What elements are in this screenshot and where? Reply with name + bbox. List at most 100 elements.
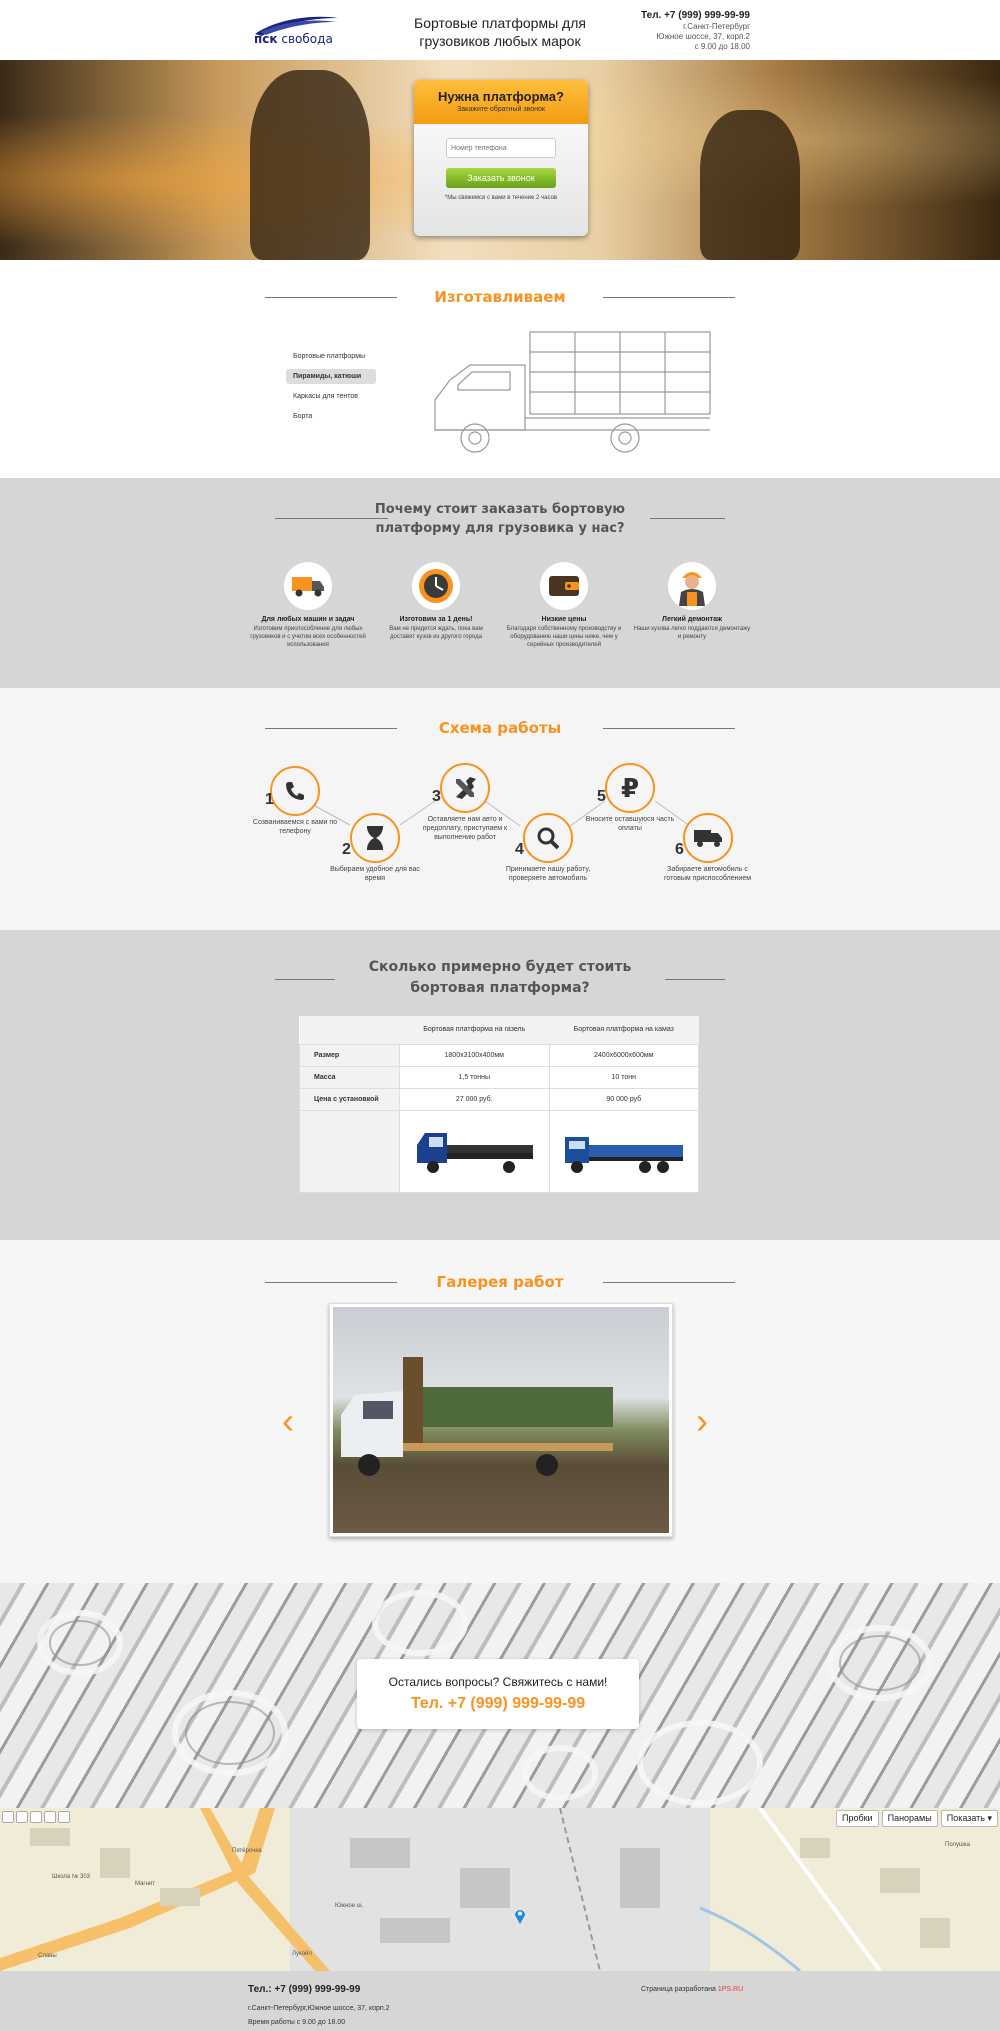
map-traffic-button[interactable]: Пробки <box>835 1810 879 1827</box>
wallet-icon <box>540 562 588 610</box>
logo-text[interactable]: пск свобода <box>254 32 333 46</box>
table-header-cell <box>299 1016 400 1044</box>
hourglass-icon <box>350 813 400 863</box>
site-header: пск свобода Бортовые платформы для грузо… <box>0 0 1000 60</box>
table-cell <box>399 1109 550 1193</box>
delivery-truck-icon <box>682 813 733 863</box>
order-call-button[interactable]: Заказать звонок <box>446 168 556 188</box>
scheme-step-6: 6 Забираете автомобиль с готовым приспос… <box>660 813 755 883</box>
manufacture-item-frames[interactable]: Каркасы для тентов <box>286 389 376 404</box>
heading-line-left <box>275 979 335 980</box>
developer-link[interactable]: 1PS.RU <box>718 1986 743 1993</box>
why-item-desc: Изготовим приспособление для любых грузо… <box>250 626 366 648</box>
map-canvas[interactable] <box>0 1808 1000 1971</box>
table-cell: 2400x6000x600мм <box>548 1043 699 1067</box>
map-label: Магнит <box>135 1881 156 1887</box>
why-items: Для любых машин и задач Изготовим приспо… <box>248 562 752 649</box>
table-row-label: Цена с установкой <box>299 1087 400 1111</box>
gallery-next-arrow[interactable]: › <box>696 1400 708 1442</box>
price-table: Бортовая платформа на газель Бортовая пл… <box>299 1016 699 1193</box>
footer-phone[interactable]: Тел.: +7 (999) 999-99-99 <box>248 1984 360 1995</box>
map-pin-icon[interactable] <box>514 1908 526 1924</box>
heading-line-right <box>603 297 735 298</box>
heading-line-right <box>665 979 725 980</box>
heading-line-right <box>603 1282 735 1283</box>
why-item-title: Для любых машин и задач <box>261 616 355 623</box>
manufacture-title: Изготавливаем <box>434 288 566 306</box>
why-item: Легкий демонтаж Наши кузова легко поддаю… <box>632 562 752 649</box>
map-layers-button[interactable]: Показать ▾ <box>940 1810 998 1827</box>
heading-line-left <box>265 297 397 298</box>
map-print-tool-icon[interactable] <box>58 1811 70 1823</box>
developer-text: Страница разработана <box>641 1986 716 1993</box>
callback-form: Нужна платформа? Закажите обратный звоно… <box>414 80 588 236</box>
scheme-step-2: 2 Выбираем удобное для вас время <box>330 813 420 883</box>
header-phone[interactable]: Тел. +7 (999) 999-99-99 <box>641 9 750 22</box>
header-city: г.Санкт-Петербург <box>683 22 750 31</box>
callback-title: Нужна платформа? <box>438 89 564 104</box>
gallery-photo-image <box>333 1307 669 1533</box>
gallery-heading: Галерея работ <box>265 1262 735 1302</box>
step-number: 2 <box>342 841 351 858</box>
manufacture-item-pyramids[interactable]: Пирамиды, катюши <box>286 369 376 384</box>
gallery-prev-arrow[interactable]: ‹ <box>282 1400 294 1442</box>
step-text: Принимаете нашу работу, проверяете автом… <box>505 866 591 882</box>
heading-line-left <box>275 518 388 519</box>
truck-drawing-icon <box>434 331 711 453</box>
gallery-photo[interactable] <box>329 1303 673 1537</box>
manufacture-list: Бортовые платформы Пирамиды, катюши Карк… <box>286 349 376 429</box>
table-row-images <box>299 1109 699 1193</box>
logo-name: свобода <box>281 32 333 46</box>
why-us-section: Почему стоит заказать бортовую платформу… <box>0 478 1000 688</box>
contact-question: Остались вопросы? Свяжитесь с нами! <box>388 1675 608 1689</box>
map-ruler-tool-icon[interactable] <box>30 1811 42 1823</box>
manufacture-item-platforms[interactable]: Бортовые платформы <box>286 349 376 364</box>
map-label: Пятёрочка <box>232 1848 262 1854</box>
why-item-title: Низкие цены <box>541 616 587 623</box>
scheme-step-1: 1 Созваниваемся с вами по телефону <box>250 766 340 836</box>
kamaz-truck-icon <box>564 1137 683 1173</box>
tools-icon <box>440 763 490 813</box>
why-item-title: Изготовим за 1 день! <box>399 616 473 623</box>
header-address: Южное шоссе, 37, корп.2 <box>656 32 750 41</box>
map-hand-tool-icon[interactable] <box>2 1811 14 1823</box>
step-text: Забираете автомобиль с готовым приспособ… <box>663 866 752 882</box>
map-tools <box>2 1811 70 1823</box>
step-number: 4 <box>515 841 524 858</box>
truck-icon <box>284 562 332 610</box>
header-contacts: Тел. +7 (999) 999-99-99 г.Санкт-Петербур… <box>641 9 750 52</box>
why-item-desc: Вам не придется ждать, пока вам доставят… <box>389 626 483 640</box>
why-item-desc: Благодаря собственному производству и об… <box>506 626 622 648</box>
table-row-label: Размер <box>299 1043 400 1067</box>
footer-address: г.Санкт-Петербург,Южное шоссе, 37, корп.… <box>248 2005 390 2012</box>
heading-line-left <box>265 1282 397 1283</box>
phone-input[interactable] <box>446 138 556 158</box>
manufacture-heading: Изготавливаем <box>265 277 735 317</box>
gazel-truck-icon <box>417 1133 534 1173</box>
why-item: Низкие цены Благодаря собственному произ… <box>504 562 624 649</box>
manufacture-item-sides[interactable]: Борта <box>286 409 376 424</box>
callback-subtitle: Закажите обратный звонок <box>457 106 545 113</box>
prices-section: Сколько примерно будет стоить бортовая п… <box>0 930 1000 1240</box>
phone-icon <box>270 766 320 816</box>
step-text: Выбираем удобное для вас время <box>330 866 420 882</box>
location-map[interactable]: Пробки Панорамы Показать ▾ Школа № 303 М… <box>0 1808 1000 1971</box>
map-route-tool-icon[interactable] <box>44 1811 56 1823</box>
map-toolbar: Пробки Панорамы Показать ▾ <box>835 1810 998 1827</box>
table-cell: 10 тонн <box>548 1065 699 1089</box>
contact-phone[interactable]: Тел. +7 (999) 999-99-99 <box>357 1695 639 1713</box>
step-number: 5 <box>597 788 606 805</box>
hero-worker-right <box>700 110 800 260</box>
map-zoom-tool-icon[interactable] <box>16 1811 28 1823</box>
table-header-cell: Бортовая платформа на камаз <box>549 1016 699 1044</box>
prices-title-line2: бортовая платформа? <box>410 980 590 996</box>
table-row: Масса 1,5 тонны 10 тонн <box>299 1065 699 1089</box>
why-title: Почему стоит заказать бортовую платформу… <box>0 500 1000 538</box>
map-panorama-button[interactable]: Панорамы <box>881 1810 938 1827</box>
hero-worker-left <box>250 70 370 260</box>
callback-note: *Мы свяжемся с вами в течение 2 часов <box>444 195 558 201</box>
table-cell: 90 000 руб <box>548 1087 699 1111</box>
step-number: 3 <box>432 788 441 805</box>
why-title-line2: платформу для грузовика у нас? <box>375 521 625 536</box>
step-number: 6 <box>675 841 684 858</box>
